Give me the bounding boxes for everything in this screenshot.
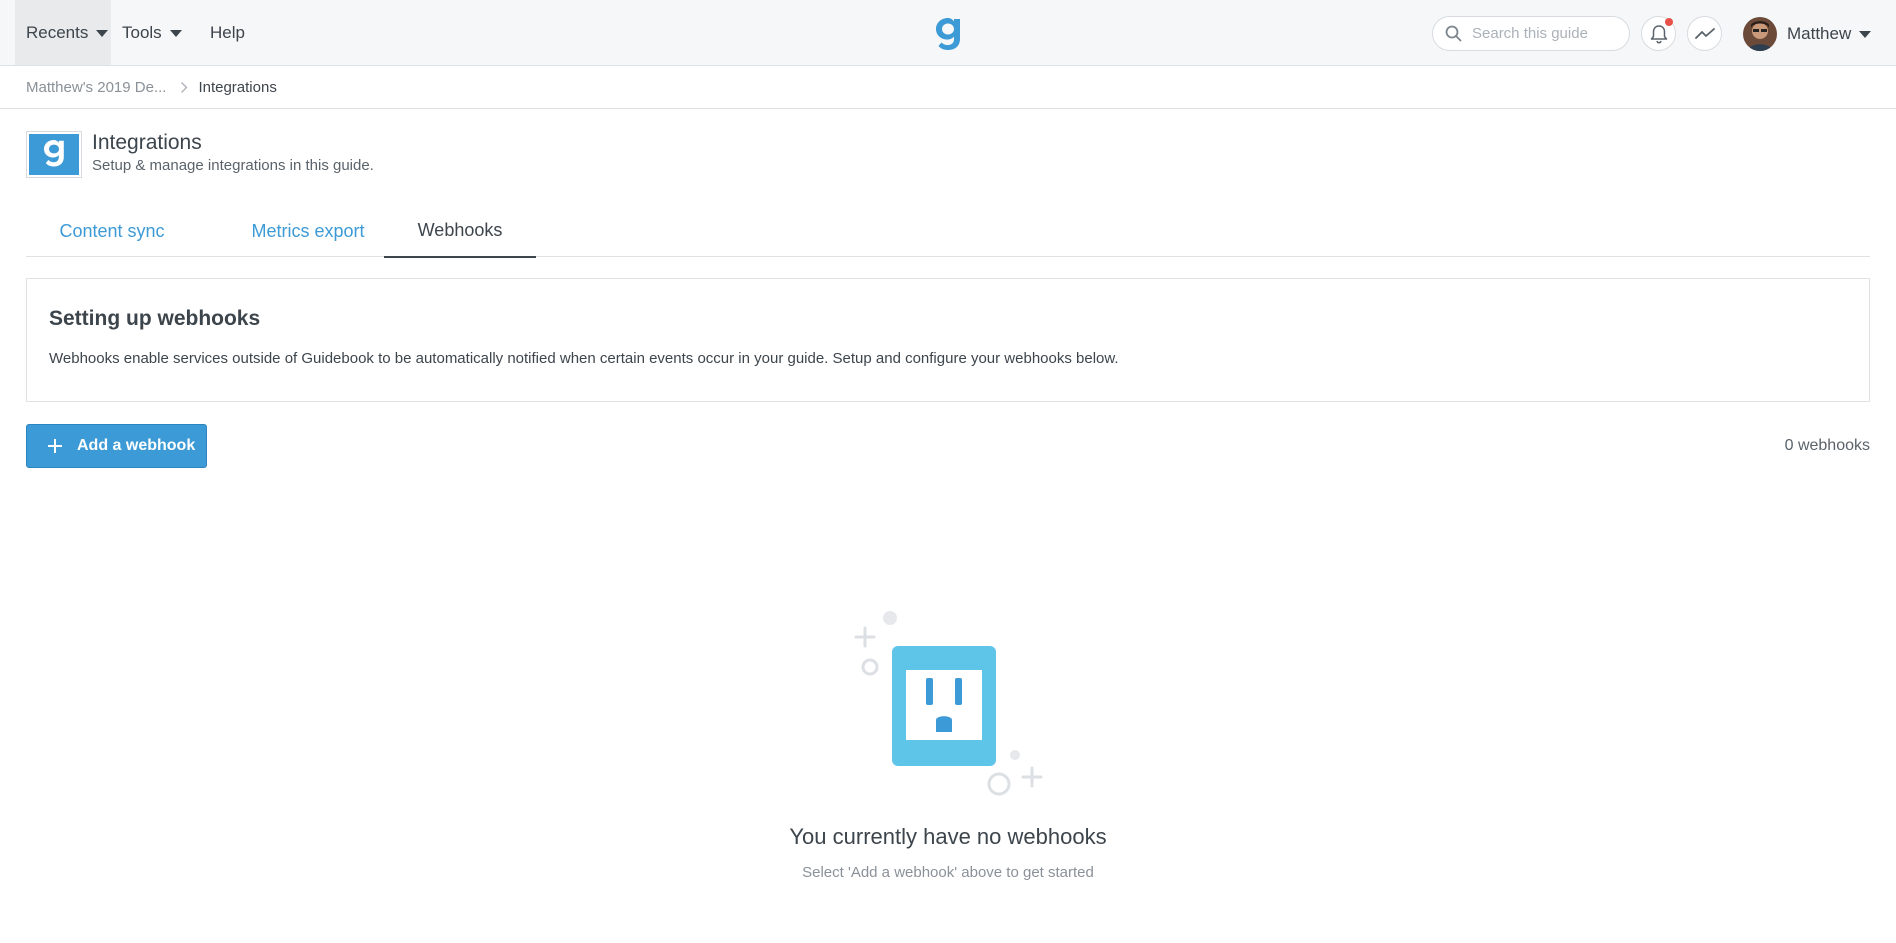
chevron-right-icon <box>180 81 188 94</box>
recents-menu[interactable]: Recents <box>15 0 111 65</box>
card-title: Setting up webhooks <box>49 307 261 330</box>
empty-state-subtitle: Select 'Add a webhook' above to get star… <box>802 864 1094 881</box>
page-title: Integrations <box>92 131 202 154</box>
breadcrumb-guide-link[interactable]: Matthew's 2019 De... <box>26 79 166 96</box>
plus-icon <box>47 438 63 454</box>
empty-state-title: You currently have no webhooks <box>789 824 1107 849</box>
search-icon <box>1445 25 1462 42</box>
webhooks-info-card: Setting up webhooks Webhooks enable serv… <box>26 278 1870 402</box>
avatar <box>1743 16 1777 51</box>
chevron-down-icon <box>96 30 109 37</box>
page-subtitle: Setup & manage integrations in this guid… <box>92 157 374 174</box>
integration-tabs: Content sync Metrics export Webhooks <box>26 205 1870 258</box>
chevron-down-icon <box>169 30 182 37</box>
tools-menu[interactable]: Tools <box>122 0 182 65</box>
chevron-down-icon <box>1859 31 1872 38</box>
tab-content-sync[interactable]: Content sync <box>26 205 198 257</box>
search-box[interactable] <box>1432 16 1630 51</box>
user-menu[interactable]: Matthew <box>1743 16 1872 51</box>
tab-metrics-export[interactable]: Metrics export <box>225 205 391 257</box>
notification-dot <box>1665 18 1673 26</box>
breadcrumb-current: Integrations <box>198 78 277 96</box>
tools-label: Tools <box>122 22 162 42</box>
user-name: Matthew <box>1787 23 1852 43</box>
top-nav: Recents Tools Help Search this guide Mat… <box>0 0 1896 66</box>
add-webhook-label: Add a webhook <box>77 437 196 454</box>
add-webhook-button[interactable]: Add a webhook <box>26 424 207 468</box>
guide-thumbnail <box>26 131 82 178</box>
recents-label: Recents <box>26 22 89 42</box>
guidebook-logo[interactable] <box>932 12 964 52</box>
bell-icon <box>1650 24 1667 44</box>
activity-button[interactable] <box>1687 16 1722 51</box>
tab-webhooks[interactable]: Webhooks <box>384 205 536 258</box>
activity-icon <box>1694 27 1715 39</box>
search-input[interactable] <box>1472 25 1612 42</box>
help-label: Help <box>210 22 245 42</box>
webhook-count: 0 webhooks <box>1784 437 1870 454</box>
notifications-button[interactable] <box>1641 16 1676 51</box>
card-description: Webhooks enable services outside of Guid… <box>49 350 1119 367</box>
help-link[interactable]: Help <box>210 0 245 65</box>
outlet-icon <box>854 611 1043 796</box>
breadcrumb: Matthew's 2019 De... Integrations <box>0 66 1896 109</box>
